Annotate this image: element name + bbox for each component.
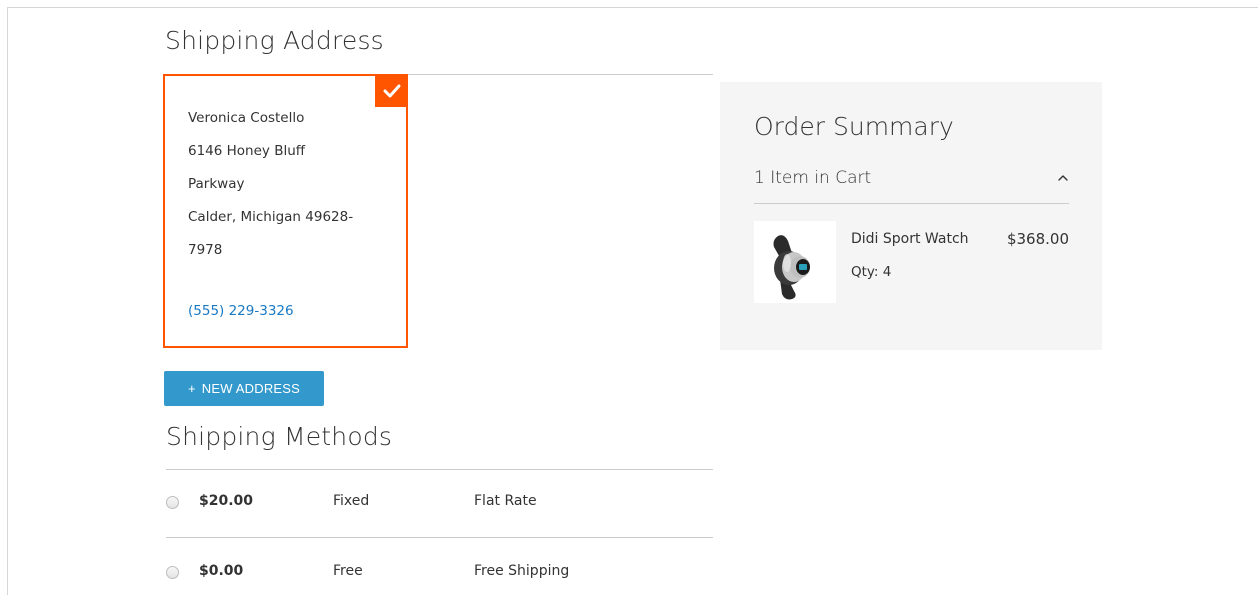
address-line: Parkway — [188, 176, 245, 192]
shipping-address-title: Shipping Address — [165, 26, 384, 55]
selected-address-card[interactable]: Veronica Costello 6146 Honey Bluff Parkw… — [163, 74, 408, 348]
cart-item-qty: Qty: 4 — [851, 264, 892, 280]
plus-icon: + — [187, 381, 196, 396]
new-address-button[interactable]: + NEW ADDRESS — [164, 371, 324, 406]
new-address-label: NEW ADDRESS — [201, 381, 301, 396]
shipping-methods-title: Shipping Methods — [166, 422, 393, 451]
shipping-method-title: Free — [333, 563, 363, 579]
shipping-method-radio[interactable] — [166, 496, 179, 509]
address-lines: Veronica Costello 6146 Honey Bluff Parkw… — [188, 102, 388, 267]
cart-item-name: Didi Sport Watch — [851, 231, 969, 247]
address-line: Veronica Costello — [188, 110, 305, 126]
shipping-method-radio[interactable] — [166, 566, 179, 579]
cart-item-price: $368.00 — [1006, 230, 1069, 248]
order-summary-panel: Order Summary 1 Item in Cart Didi Sport … — [720, 82, 1102, 350]
method-row-divider — [166, 537, 713, 538]
shipping-method-title: Fixed — [333, 493, 370, 509]
chevron-up-icon — [1058, 175, 1068, 181]
shipping-methods-divider — [166, 469, 713, 470]
shipping-method-price: $20.00 — [199, 493, 254, 509]
address-line: Calder, Michigan 49628- — [188, 209, 354, 225]
sport-watch-icon — [754, 221, 836, 303]
cart-item-count: 1 Item in Cart — [754, 168, 872, 188]
shipping-method-row[interactable]: $0.00 Free Free Shipping — [166, 560, 713, 590]
shipping-method-carrier: Free Shipping — [474, 563, 570, 579]
order-summary-title: Order Summary — [754, 112, 954, 141]
shipping-method-row[interactable]: $20.00 Fixed Flat Rate — [166, 490, 713, 520]
cart-items-toggle[interactable]: 1 Item in Cart — [754, 168, 1069, 198]
address-line: 6146 Honey Bluff — [188, 143, 306, 159]
shipping-method-carrier: Flat Rate — [474, 493, 537, 509]
address-phone-link[interactable]: (555) 229-3326 — [188, 303, 294, 319]
address-line: 7978 — [188, 242, 223, 258]
shipping-method-price: $0.00 — [199, 563, 244, 579]
summary-divider — [754, 203, 1069, 204]
